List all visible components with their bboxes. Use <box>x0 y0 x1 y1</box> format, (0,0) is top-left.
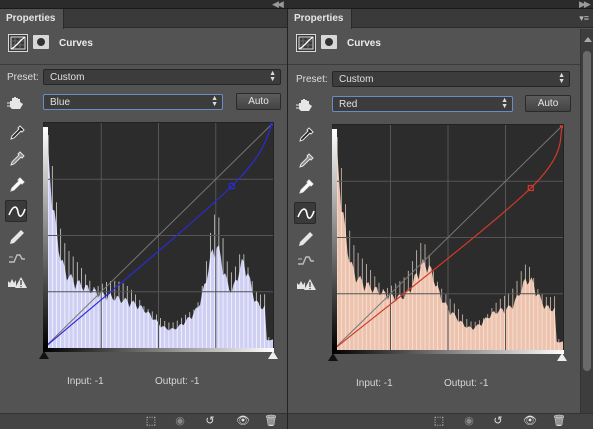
properties-panel-blue: Properties Curves Preset: Custom ▲ ▼ Blue… <box>0 9 287 429</box>
preset-select[interactable]: Custom ▲ ▼ <box>332 71 570 87</box>
smooth-icon[interactable] <box>295 249 317 271</box>
output-readout: Output: -1 <box>155 376 200 387</box>
channel-value: Blue <box>50 97 71 108</box>
select-arrows-icon: ▲ ▼ <box>269 70 276 83</box>
clipping-warning-icon[interactable] <box>6 271 28 293</box>
adjustment-header: Curves <box>288 29 593 65</box>
reset-icon[interactable]: ↺ <box>203 415 217 428</box>
select-arrows-icon: ▲ ▼ <box>211 95 218 108</box>
clip-to-layer-icon[interactable]: ⬚ <box>144 415 158 428</box>
preset-label: Preset: <box>7 72 39 83</box>
preset-select[interactable]: Custom ▲ ▼ <box>43 69 281 85</box>
output-gradient-bar <box>332 350 564 354</box>
panel-bottom-bar: ⬚ ◉ ↺ 👁 🗑 <box>288 413 593 429</box>
black-point-slider[interactable] <box>39 351 49 359</box>
panel-scrollbar[interactable] <box>580 29 593 429</box>
curves-adjustment-icon <box>8 34 28 52</box>
auto-button[interactable]: Auto <box>236 93 281 110</box>
black-eyedropper-icon[interactable] <box>295 124 317 146</box>
delete-icon[interactable]: 🗑 <box>552 415 566 428</box>
scroll-up-icon[interactable] <box>584 37 592 42</box>
tab-bar: Properties ▾≡ <box>288 9 593 29</box>
clipping-warning-icon[interactable] <box>295 273 317 295</box>
visibility-eye-icon[interactable]: 👁 <box>236 415 250 428</box>
pencil-icon[interactable] <box>295 228 317 250</box>
pencil-icon[interactable] <box>6 226 28 248</box>
properties-panel-red: Properties ▾≡ Curves Preset: Custom ▲ ▼ R… <box>287 9 593 429</box>
preset-label: Preset: <box>296 74 328 85</box>
white-eyedropper-icon[interactable] <box>6 174 28 196</box>
layer-mask-icon[interactable] <box>33 35 49 49</box>
clip-to-layer-icon[interactable]: ⬚ <box>432 415 446 428</box>
white-point-slider[interactable] <box>268 351 278 359</box>
adjustment-header: Curves <box>0 29 287 65</box>
white-eyedropper-icon[interactable] <box>295 176 317 198</box>
adjustment-title: Curves <box>59 38 93 49</box>
target-adjust-icon[interactable] <box>295 95 317 117</box>
view-previous-icon[interactable]: ◉ <box>173 415 187 428</box>
input-gradient-bar <box>43 127 48 348</box>
curves-graph[interactable] <box>43 122 274 349</box>
delete-icon[interactable]: 🗑 <box>264 415 278 428</box>
gray-eyedropper-icon[interactable] <box>6 148 28 170</box>
preset-value: Custom <box>50 72 85 83</box>
gray-eyedropper-icon[interactable] <box>295 150 317 172</box>
output-gradient-bar <box>43 348 274 352</box>
smooth-icon[interactable] <box>6 247 28 269</box>
black-point-slider[interactable] <box>328 353 338 361</box>
auto-button[interactable]: Auto <box>525 95 571 112</box>
select-arrows-icon: ▲ ▼ <box>501 97 508 110</box>
curves-adjustment-icon <box>296 34 316 52</box>
channel-select[interactable]: Red ▲ ▼ <box>332 96 513 112</box>
reset-icon[interactable]: ↺ <box>491 415 505 428</box>
curves-graph-canvas[interactable] <box>333 125 563 350</box>
scrollbar-thumb[interactable] <box>583 51 591 371</box>
target-adjust-icon[interactable] <box>6 93 28 115</box>
channel-value: Red <box>339 99 358 110</box>
tab-properties[interactable]: Properties <box>0 9 65 29</box>
panel-menu-icon[interactable]: ▾≡ <box>579 13 589 24</box>
preset-value: Custom <box>339 74 374 85</box>
channel-select[interactable]: Blue ▲ ▼ <box>43 94 223 110</box>
input-gradient-bar <box>332 129 337 350</box>
select-arrows-icon: ▲ ▼ <box>558 72 565 85</box>
layer-mask-icon[interactable] <box>321 35 337 49</box>
output-readout: Output: -1 <box>444 378 489 389</box>
black-eyedropper-icon[interactable] <box>6 122 28 144</box>
curve-edit-icon[interactable] <box>294 202 316 224</box>
view-previous-icon[interactable]: ◉ <box>462 415 476 428</box>
white-point-slider[interactable] <box>557 353 567 361</box>
visibility-eye-icon[interactable]: 👁 <box>523 415 537 428</box>
panel-bottom-bar: ⬚ ◉ ↺ 👁 🗑 <box>0 413 287 429</box>
panel-dock-strip: ◀◀ ▶▶ <box>0 0 593 9</box>
tab-properties[interactable]: Properties <box>288 9 353 29</box>
input-readout: Input: -1 <box>67 376 104 387</box>
adjustment-title: Curves <box>347 38 381 49</box>
curve-edit-icon[interactable] <box>5 200 27 222</box>
tab-bar: Properties <box>0 9 287 29</box>
curves-graph-canvas[interactable] <box>44 123 273 348</box>
input-readout: Input: -1 <box>356 378 393 389</box>
curves-graph[interactable] <box>332 124 564 351</box>
